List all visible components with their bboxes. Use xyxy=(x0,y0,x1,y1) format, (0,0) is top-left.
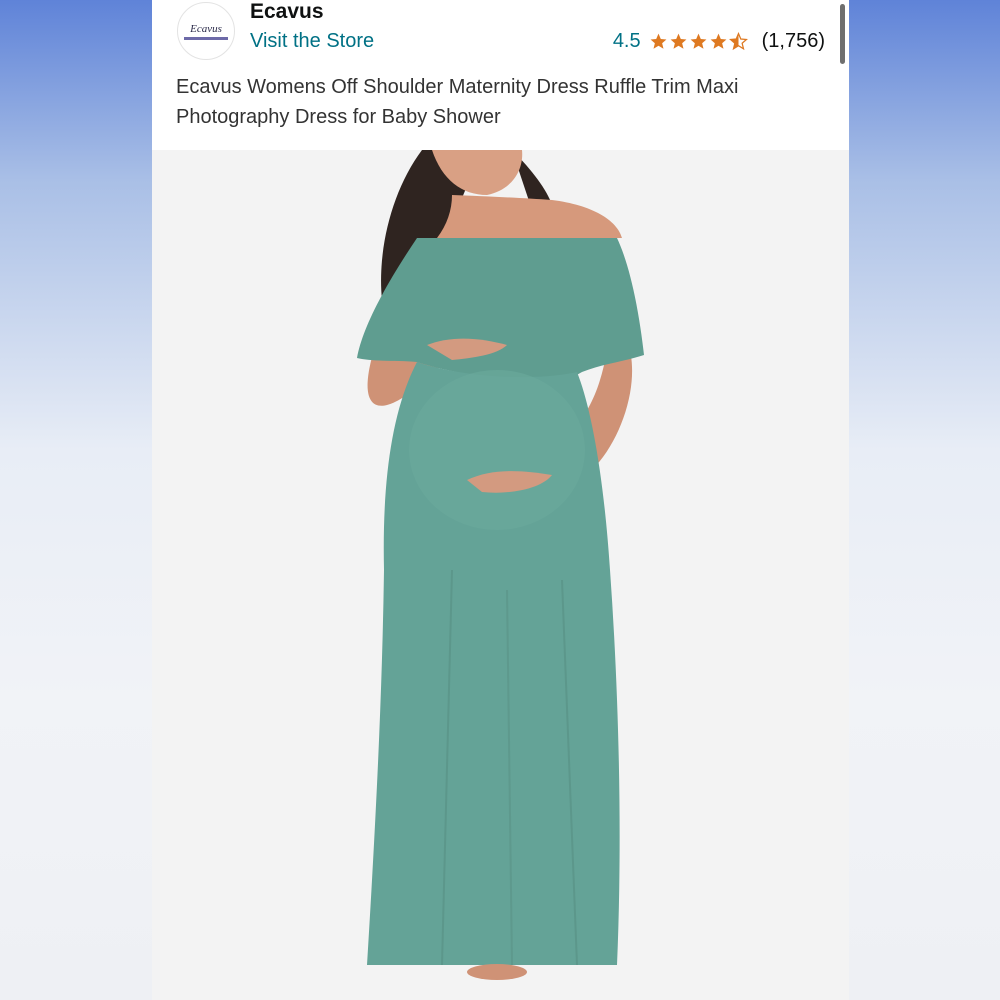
rating-value: 4.5 xyxy=(612,30,641,52)
star-rating xyxy=(649,32,748,51)
store-logo-bar xyxy=(184,36,228,40)
store-name[interactable]: Ecavus xyxy=(250,0,324,24)
store-logo[interactable]: Ecavus xyxy=(177,2,235,60)
product-image[interactable] xyxy=(152,150,849,1000)
half-star-icon xyxy=(728,32,748,51)
product-card: Ecavus Ecavus Visit the Store 4.5 (1,756… xyxy=(152,0,849,1000)
star-icon xyxy=(710,33,727,49)
product-header: Ecavus Ecavus Visit the Store 4.5 (1,756… xyxy=(152,0,849,150)
rating-count: (1,756) xyxy=(761,30,825,52)
star-icon xyxy=(670,33,687,49)
visit-store-link[interactable]: Visit the Store xyxy=(250,30,374,53)
scrollbar[interactable] xyxy=(840,4,845,64)
product-title[interactable]: Ecavus Womens Off Shoulder Maternity Dre… xyxy=(176,72,816,132)
star-icon xyxy=(690,33,707,49)
star-icon xyxy=(650,33,667,49)
rating-summary[interactable]: 4.5 (1,756) xyxy=(613,30,825,53)
product-photo-illustration xyxy=(152,150,849,1000)
store-logo-text: Ecavus xyxy=(190,22,222,35)
